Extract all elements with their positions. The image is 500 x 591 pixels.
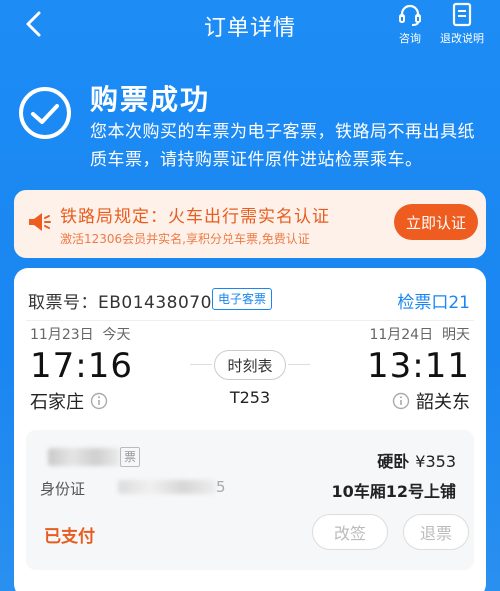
- seat-type: 硬卧 ¥353: [377, 448, 456, 472]
- departure-time: 17:16: [30, 346, 133, 386]
- pickup-code: EB01438070: [98, 293, 212, 313]
- megaphone-icon: [29, 213, 51, 231]
- ticket-card: 取票号：EB01438070 电子客票 检票口21 11月23日 今天 11月2…: [14, 268, 486, 591]
- id-type-label: 身份证: [40, 480, 86, 498]
- arrival-day-label: 明天: [442, 327, 470, 343]
- eticket-badge: 电子客票: [212, 288, 273, 310]
- payment-status: 已支付: [44, 527, 95, 547]
- top-bar: 订单详情 咨询 退改说明: [0, 0, 500, 52]
- headset-icon: [399, 4, 421, 26]
- arrival-station-name: 韶关东: [416, 392, 470, 413]
- arrival-date-value: 11月24日: [369, 327, 434, 343]
- passenger-name-redacted: [48, 448, 120, 466]
- seat-position: 10车厢12号上铺: [331, 482, 456, 501]
- departure-date: 11月23日 今天: [30, 324, 131, 344]
- arrival-date: 11月24日 明天: [369, 324, 470, 344]
- consult-label: 咨询: [399, 32, 421, 45]
- pickup-number: 取票号：EB01438070: [28, 288, 212, 313]
- departure-date-value: 11月23日: [30, 327, 94, 343]
- refund-rules-button[interactable]: 退改说明: [432, 2, 492, 46]
- document-icon: [452, 2, 472, 27]
- verify-now-button[interactable]: 立即认证: [394, 204, 478, 240]
- departure-day-label: 今天: [102, 327, 131, 343]
- notice-title: 铁路局规定：火车出行需实名认证: [60, 207, 330, 227]
- arrival-time: 13:11: [367, 346, 470, 386]
- purchase-status: 购票成功 您本次购买的车票为电子客票，铁路局不再出具纸质车票，请持购票证件原件进…: [0, 70, 500, 180]
- id-number-tail: 5: [216, 478, 226, 496]
- schedule-line-left: [190, 364, 212, 365]
- schedule-line-right: [288, 364, 310, 365]
- info-icon[interactable]: [392, 392, 410, 410]
- pickup-label: 取票号：: [28, 293, 98, 313]
- refund-rules-label: 退改说明: [440, 32, 484, 45]
- status-description: 您本次购买的车票为电子客票，铁路局不再出具纸质车票，请持购票证件原件进站检票乘车…: [90, 122, 475, 170]
- divider: [26, 320, 474, 321]
- status-title: 购票成功: [90, 83, 211, 116]
- ticket-price: ¥353: [415, 452, 456, 471]
- real-name-notice[interactable]: 铁路局规定：火车出行需实名认证 激活12306会员并实名,享积分兑车票,免费认证…: [14, 190, 486, 258]
- passenger-panel: 票 硬卧 ¥353 身份证 5 10车厢12号上铺 已支付 改签 退票: [26, 430, 474, 570]
- schedule-button[interactable]: 时刻表: [214, 350, 286, 380]
- notice-subtitle: 激活12306会员并实名,享积分兑车票,免费认证: [60, 232, 310, 246]
- check-circle-icon: [19, 87, 71, 139]
- ticket-gate: 检票口21: [397, 293, 470, 313]
- passenger-ticket-tag: 票: [120, 447, 141, 467]
- id-number-redacted: [118, 480, 216, 494]
- change-ticket-button[interactable]: 改签: [312, 514, 388, 550]
- seat-type-label: 硬卧: [377, 452, 410, 471]
- refund-ticket-button[interactable]: 退票: [403, 514, 469, 550]
- consult-button[interactable]: 咨询: [380, 2, 440, 46]
- arrival-station[interactable]: 韶关东: [392, 388, 470, 414]
